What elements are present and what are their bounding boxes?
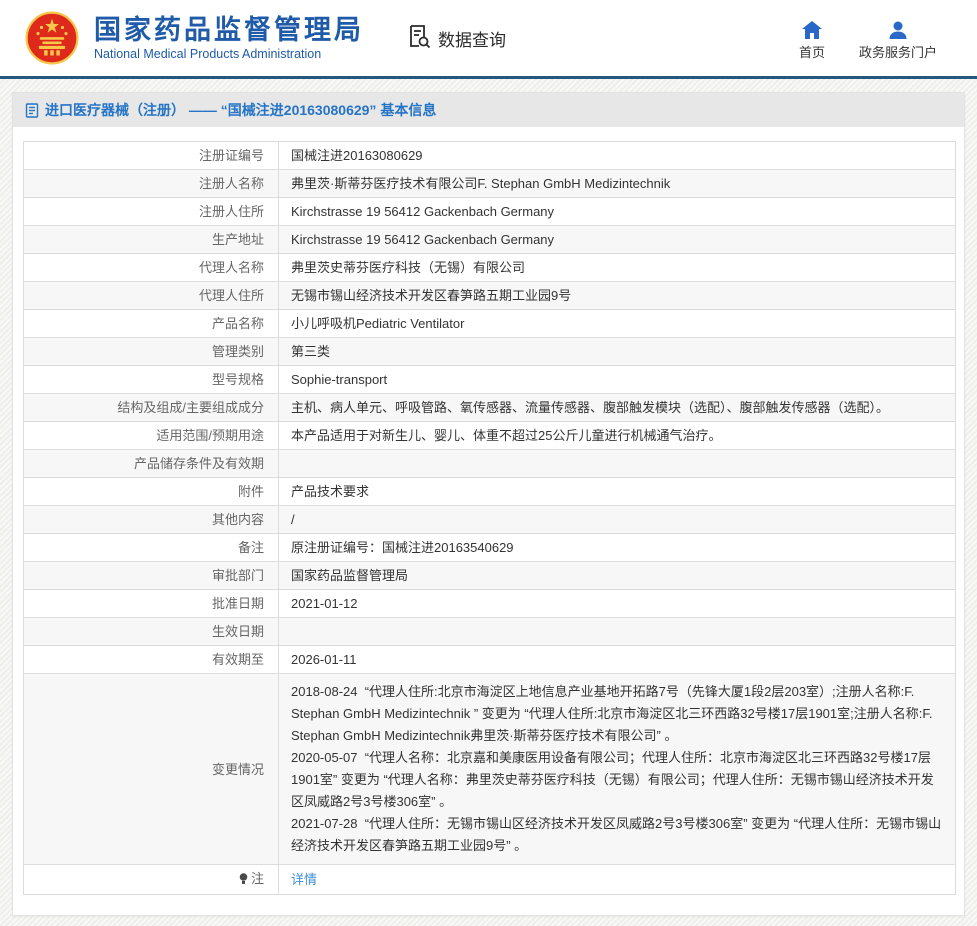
row-label: 注册证编号 (24, 142, 279, 170)
table-row: 其他内容/ (24, 506, 956, 534)
row-label: 代理人名称 (24, 254, 279, 282)
table-row: 批准日期2021-01-12 (24, 590, 956, 618)
row-value: Sophie-transport (279, 366, 956, 394)
row-value: 2026-01-11 (279, 646, 956, 674)
row-value: 原注册证编号：国械注进20163540629 (279, 534, 956, 562)
row-label: 审批部门 (24, 562, 279, 590)
row-value: 产品技术要求 (279, 478, 956, 506)
row-label: 型号规格 (24, 366, 279, 394)
row-value (279, 450, 956, 478)
content-area: 进口医疗器械（注册） —— “国械注进20163080629” 基本信息 注册证… (0, 79, 977, 926)
info-table: 注册证编号国械注进20163080629 注册人名称弗里茨·斯蒂芬医疗技术有限公… (23, 141, 956, 895)
table-row: 注册证编号国械注进20163080629 (24, 142, 956, 170)
page-title: 进口医疗器械（注册） —— “国械注进20163080629” 基本信息 (45, 100, 436, 120)
row-label: 注册人名称 (24, 170, 279, 198)
row-value: Kirchstrasse 19 56412 Gackenbach Germany (279, 198, 956, 226)
note-bulb-icon (239, 872, 248, 889)
user-icon (888, 21, 908, 39)
row-value: 详情 (279, 865, 956, 895)
table-row: 适用范围/预期用途本产品适用于对新生儿、婴儿、体重不超过25公斤儿童进行机械通气… (24, 422, 956, 450)
row-label: 代理人住所 (24, 282, 279, 310)
table-row: 管理类别第三类 (24, 338, 956, 366)
row-label: 注册人住所 (24, 198, 279, 226)
row-label: 有效期至 (24, 646, 279, 674)
row-label: 变更情况 (24, 674, 279, 865)
table-row: 附件产品技术要求 (24, 478, 956, 506)
table-row: 产品储存条件及有效期 (24, 450, 956, 478)
row-value: / (279, 506, 956, 534)
page-title-bar: 进口医疗器械（注册） —— “国械注进20163080629” 基本信息 (13, 93, 964, 127)
row-value: 无锡市锡山经济技术开发区春笋路五期工业园9号 (279, 282, 956, 310)
nav-gov-portal[interactable]: 政务服务门户 (859, 21, 937, 61)
row-label: 注 (24, 865, 279, 895)
table-row: 产品名称小儿呼吸机Pediatric Ventilator (24, 310, 956, 338)
brand[interactable]: 国家药品监督管理局 National Medical Products Admi… (24, 10, 364, 66)
row-label: 附件 (24, 478, 279, 506)
table-row: 生产地址Kirchstrasse 19 56412 Gackenbach Ger… (24, 226, 956, 254)
nav-home-label: 首页 (799, 42, 825, 61)
row-value: 国械注进20163080629 (279, 142, 956, 170)
document-icon (25, 103, 39, 118)
row-value: 国家药品监督管理局 (279, 562, 956, 590)
site-title: 国家药品监督管理局 (94, 15, 364, 45)
table-row: 型号规格Sophie-transport (24, 366, 956, 394)
table-row: 有效期至2026-01-11 (24, 646, 956, 674)
row-value (279, 618, 956, 646)
row-label: 生效日期 (24, 618, 279, 646)
nav-gov-portal-label: 政务服务门户 (859, 42, 937, 61)
table-row: 结构及组成/主要组成成分主机、病人单元、呼吸管路、氧传感器、流量传感器、腹部触发… (24, 394, 956, 422)
data-query-label: 数据查询 (438, 26, 506, 51)
row-value: 第三类 (279, 338, 956, 366)
data-query-icon (406, 23, 432, 54)
table-row-note: 注 详情 (24, 865, 956, 895)
row-value: 本产品适用于对新生儿、婴儿、体重不超过25公斤儿童进行机械通气治疗。 (279, 422, 956, 450)
table-row-changes: 变更情况2018-08-24 “代理人住所:北京市海淀区上地信息产业基地开拓路7… (24, 674, 956, 865)
table-row: 注册人住所Kirchstrasse 19 56412 Gackenbach Ge… (24, 198, 956, 226)
table-row: 代理人住所无锡市锡山经济技术开发区春笋路五期工业园9号 (24, 282, 956, 310)
table-row: 备注原注册证编号：国械注进20163540629 (24, 534, 956, 562)
row-value: Kirchstrasse 19 56412 Gackenbach Germany (279, 226, 956, 254)
site-subtitle: National Medical Products Administration (94, 47, 364, 61)
data-query-tab[interactable]: 数据查询 (406, 23, 506, 54)
table-row: 注册人名称弗里茨·斯蒂芬医疗技术有限公司F. Stephan GmbH Medi… (24, 170, 956, 198)
home-icon (802, 21, 822, 39)
row-label: 批准日期 (24, 590, 279, 618)
table-row: 审批部门国家药品监督管理局 (24, 562, 956, 590)
note-label: 注 (251, 871, 264, 886)
row-label: 产品储存条件及有效期 (24, 450, 279, 478)
row-label: 结构及组成/主要组成成分 (24, 394, 279, 422)
nav-home[interactable]: 首页 (799, 21, 825, 61)
row-label: 其他内容 (24, 506, 279, 534)
content-card: 进口医疗器械（注册） —— “国械注进20163080629” 基本信息 注册证… (12, 92, 965, 916)
row-value: 弗里茨·斯蒂芬医疗技术有限公司F. Stephan GmbH Medizinte… (279, 170, 956, 198)
row-label: 适用范围/预期用途 (24, 422, 279, 450)
nmpa-emblem-logo (24, 10, 80, 66)
row-value: 2018-08-24 “代理人住所:北京市海淀区上地信息产业基地开拓路7号（先锋… (279, 674, 956, 865)
row-value: 2021-01-12 (279, 590, 956, 618)
row-value: 主机、病人单元、呼吸管路、氧传感器、流量传感器、腹部触发模块（选配）、腹部触发传… (279, 394, 956, 422)
detail-link[interactable]: 详情 (291, 872, 317, 887)
site-header: 国家药品监督管理局 National Medical Products Admi… (0, 0, 977, 76)
row-value: 弗里茨史蒂芬医疗科技（无锡）有限公司 (279, 254, 956, 282)
row-value: 小儿呼吸机Pediatric Ventilator (279, 310, 956, 338)
table-row: 代理人名称弗里茨史蒂芬医疗科技（无锡）有限公司 (24, 254, 956, 282)
table-row: 生效日期 (24, 618, 956, 646)
row-label: 产品名称 (24, 310, 279, 338)
row-label: 备注 (24, 534, 279, 562)
row-label: 生产地址 (24, 226, 279, 254)
row-label: 管理类别 (24, 338, 279, 366)
header-nav: 首页 政务服务门户 (799, 21, 937, 61)
